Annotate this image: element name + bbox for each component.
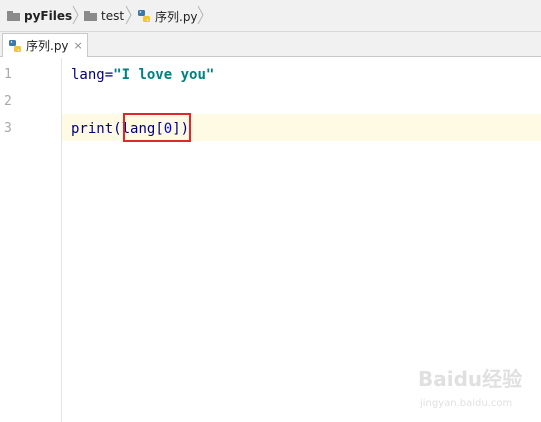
breadcrumb-separator-icon: [125, 5, 132, 25]
code-token-function: print: [71, 121, 114, 137]
code-line-1[interactable]: lang="I love you": [71, 66, 214, 84]
baidu-watermark-logo: Baidu经验 jingyan.baidu.com: [418, 367, 522, 409]
line-number: 1: [4, 67, 12, 82]
tab-file[interactable]: 序列.py ×: [2, 33, 88, 57]
breadcrumb-separator-icon: [72, 5, 79, 25]
code-token-paren: (: [113, 121, 122, 137]
breadcrumb: pyFiles test 序列.py: [0, 0, 541, 32]
breadcrumb-item-test[interactable]: test: [84, 7, 124, 25]
annotation-highlight-box: [123, 113, 191, 142]
line-number-gutter[interactable]: 1 2 3: [0, 58, 62, 422]
code-token-string: "I love you": [113, 67, 215, 83]
code-token-variable: lang=: [71, 67, 114, 83]
line-number: 2: [4, 94, 12, 109]
breadcrumb-item-pyfiles[interactable]: pyFiles: [7, 7, 72, 25]
close-icon[interactable]: ×: [74, 39, 83, 52]
watermark-brand: Baidu经验: [418, 367, 522, 391]
tab-label: 序列.py: [26, 39, 69, 53]
editor-tab-bar: 序列.py ×: [0, 32, 541, 57]
folder-icon: [84, 11, 97, 21]
python-file-icon: [9, 39, 21, 52]
breadcrumb-separator-icon: [197, 5, 204, 25]
folder-icon: [7, 11, 20, 21]
python-file-icon: [138, 10, 150, 22]
breadcrumb-item-file[interactable]: 序列.py: [137, 7, 198, 25]
line-number: 3: [4, 121, 12, 136]
watermark-url: jingyan.baidu.com: [419, 398, 512, 409]
